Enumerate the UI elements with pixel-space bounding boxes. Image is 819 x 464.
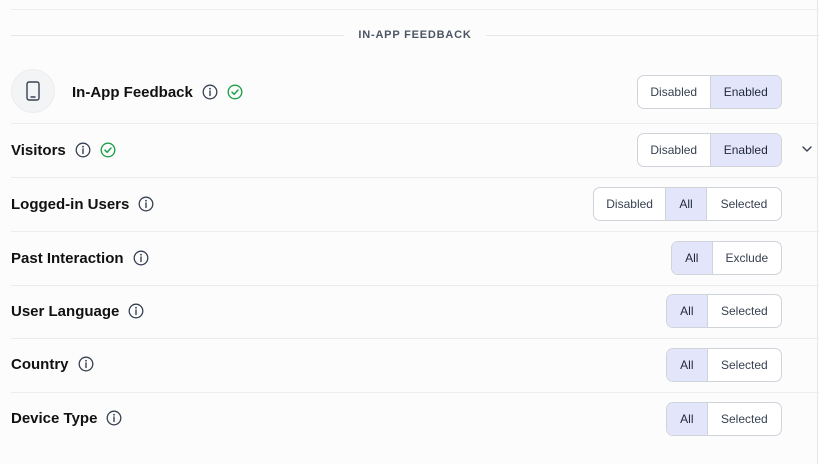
row-label: In-App Feedback (72, 83, 193, 101)
row-in-app-feedback: In-App Feedback Disabled Enabled (11, 62, 819, 124)
row-label: Visitors (11, 141, 66, 159)
info-icon[interactable] (138, 196, 154, 212)
row-label-group: Device Type (11, 407, 122, 429)
row-label: User Language (11, 302, 120, 320)
header-rule-left (11, 34, 345, 36)
option-enabled-button[interactable]: Enabled (710, 134, 781, 166)
option-all-button[interactable]: All (667, 295, 708, 327)
option-selected-button[interactable]: Selected (708, 349, 781, 381)
logged-in-users-toggle: Disabled All Selected (593, 187, 782, 221)
option-all-button[interactable]: All (666, 188, 707, 220)
row-label-group: Visitors (11, 139, 116, 161)
row-past-interaction: Past Interaction All Exclude (11, 232, 819, 286)
row-label: Device Type (11, 409, 98, 427)
row-country: Country All Selected (11, 339, 819, 393)
top-divider (11, 9, 819, 10)
info-icon[interactable] (133, 250, 149, 266)
device-type-toggle: All Selected (666, 402, 782, 436)
info-icon[interactable] (128, 303, 144, 319)
section-header: IN-APP FEEDBACK (11, 24, 819, 46)
option-selected-button[interactable]: Selected (707, 188, 781, 220)
option-selected-button[interactable]: Selected (708, 403, 781, 435)
check-circle-icon (227, 84, 243, 100)
option-disabled-button[interactable]: Disabled (638, 76, 711, 108)
row-label: Logged-in Users (11, 195, 130, 213)
option-all-button[interactable]: All (667, 403, 708, 435)
visitors-toggle: Disabled Enabled (637, 133, 782, 167)
check-circle-icon (100, 142, 116, 158)
info-icon[interactable] (78, 356, 94, 372)
option-disabled-button[interactable]: Disabled (638, 134, 711, 166)
row-label-group: Logged-in Users (11, 193, 154, 215)
mobile-device-icon (11, 69, 55, 113)
in-app-feedback-toggle: Disabled Enabled (637, 75, 782, 109)
info-icon[interactable] (202, 84, 218, 100)
info-icon[interactable] (106, 410, 122, 426)
row-label: Past Interaction (11, 249, 124, 267)
user-language-toggle: All Selected (666, 294, 782, 328)
info-icon[interactable] (75, 142, 91, 158)
past-interaction-toggle: All Exclude (671, 241, 782, 275)
feedback-settings-panel: IN-APP FEEDBACK In-App Feedback Disabled (0, 0, 819, 464)
row-user-language: User Language All Selected (11, 286, 819, 339)
option-enabled-button[interactable]: Enabled (710, 76, 781, 108)
option-all-button[interactable]: All (672, 242, 713, 274)
row-logged-in-users: Logged-in Users Disabled All Selected (11, 178, 819, 232)
option-all-button[interactable]: All (667, 349, 708, 381)
option-selected-button[interactable]: Selected (708, 295, 781, 327)
header-rule-right (485, 34, 819, 36)
option-disabled-button[interactable]: Disabled (594, 188, 667, 220)
row-device-type: Device Type All Selected (11, 393, 819, 446)
row-visitors: Visitors Disabled Enabled (11, 124, 819, 178)
country-toggle: All Selected (666, 348, 782, 382)
row-label-group: In-App Feedback (72, 81, 243, 103)
row-label: Country (11, 355, 69, 373)
option-exclude-button[interactable]: Exclude (713, 242, 781, 274)
row-label-group: User Language (11, 300, 144, 322)
row-label-group: Past Interaction (11, 247, 149, 269)
chevron-down-icon[interactable] (800, 142, 814, 156)
section-title: IN-APP FEEDBACK (358, 29, 472, 41)
row-label-group: Country (11, 353, 94, 375)
